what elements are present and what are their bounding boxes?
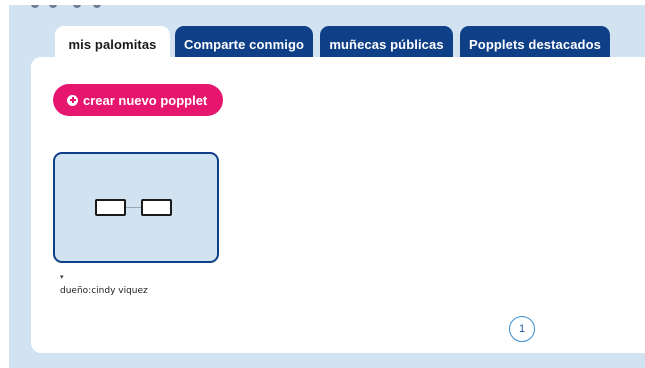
popplet-owner: dueño:cindy viquez [60,286,148,296]
thumbnail-node [95,199,126,216]
thumbnail-node [141,199,172,216]
popplet-menu-caret[interactable]: ▾ [60,274,64,281]
tab-label: Popplets destacados [469,36,601,52]
app-background: mis palomitas Comparte conmigo muñecas p… [9,5,645,368]
pagination-page-button[interactable]: 1 [509,316,535,342]
thumbnail-connector [126,207,141,208]
tab-label: Comparte conmigo [183,36,305,52]
popplet-card[interactable] [53,152,219,263]
popplet-thumbnail [95,199,179,219]
tab-label: mis palomitas [68,37,157,52]
tab-label: muñecas públicas [329,36,444,52]
content-panel: crear nuevo popplet ▾ dueño:cindy viquez… [31,57,645,353]
create-popplet-button[interactable]: crear nuevo popplet [53,84,223,116]
top-decoration [29,5,119,11]
create-popplet-label: crear nuevo popplet [83,92,208,108]
plus-circle-icon [67,94,78,106]
